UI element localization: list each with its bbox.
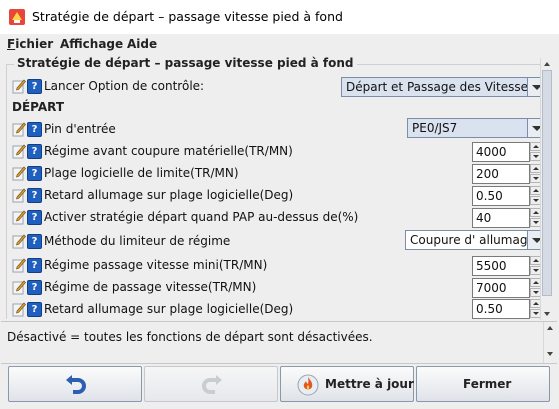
row-label: Retard allumage sur plage logicielle(Deg… xyxy=(44,302,294,316)
dialog-window: Stratégie de départ – passage vitesse pi… xyxy=(0,0,559,409)
menu-affichage[interactable]: Affichage xyxy=(60,37,123,51)
edit-pencil-icon[interactable] xyxy=(12,233,26,249)
group-legend: Stratégie de départ – passage vitesse pi… xyxy=(14,56,357,70)
row-regime-coupure: ? Régime avant coupure matérielle(TR/MN) xyxy=(12,141,548,161)
edit-pencil-icon[interactable] xyxy=(12,209,26,225)
help-icon[interactable]: ? xyxy=(27,210,42,225)
help-icon[interactable]: ? xyxy=(27,302,42,317)
help-icon[interactable]: ? xyxy=(27,166,42,181)
window-title: Stratégie de départ – passage vitesse pi… xyxy=(32,9,343,24)
row-label: Régime avant coupure matérielle(TR/MN) xyxy=(44,144,293,158)
row-label: Méthode du limiteur de régime xyxy=(44,234,231,248)
description-scrollbar[interactable] xyxy=(543,322,557,363)
spinner-field[interactable]: 40 xyxy=(472,208,530,228)
row-label: Retard allumage sur plage logicielle(Deg… xyxy=(44,188,294,202)
row-label: Pin d'entrée xyxy=(44,122,116,136)
spinner-field[interactable]: 5500 xyxy=(472,256,530,276)
help-icon[interactable]: ? xyxy=(27,258,42,273)
pin-entree-combo[interactable]: PE0/JS7 xyxy=(407,118,547,138)
scroll-thumb[interactable] xyxy=(542,70,552,296)
edit-pencil-icon[interactable] xyxy=(12,165,26,181)
help-icon[interactable]: ? xyxy=(27,144,42,159)
scroll-down-icon[interactable] xyxy=(541,309,554,320)
row-label: Régime de passage vitesse(TR/MN) xyxy=(44,280,257,294)
methode-limiteur-combo[interactable]: Coupure d' allumage xyxy=(405,230,547,250)
row-regime-passage-mini: ? Régime passage vitesse mini(TR/MN) xyxy=(12,255,548,275)
row-retard-allumage-2: ? Retard allumage sur plage logicielle(D… xyxy=(12,299,548,319)
help-icon[interactable]: ? xyxy=(27,188,42,203)
spinner-field[interactable]: 7000 xyxy=(472,278,530,298)
row-retard-allumage-1: ? Retard allumage sur plage logicielle(D… xyxy=(12,185,548,205)
help-icon[interactable]: ? xyxy=(27,122,42,137)
row-label: Plage logicielle de limite(TR/MN) xyxy=(44,166,239,180)
edit-pencil-icon[interactable] xyxy=(12,121,26,137)
spinner-field[interactable]: 4000 xyxy=(472,142,530,162)
burn-flame-icon xyxy=(297,374,319,396)
undo-button[interactable] xyxy=(8,366,142,402)
description-area: Désactivé = toutes les fonctions de dépa… xyxy=(1,321,557,364)
edit-pencil-icon[interactable] xyxy=(12,279,26,295)
menu-bar: Fichier Affichage Aide xyxy=(0,34,559,54)
menu-fichier[interactable]: Fichier xyxy=(7,37,53,51)
edit-pencil-icon[interactable] xyxy=(12,187,26,203)
spinner-field[interactable]: 0.50 xyxy=(472,186,530,206)
undo-arrow-icon xyxy=(66,375,86,394)
update-button[interactable]: Mettre à jour xyxy=(280,366,414,402)
help-icon[interactable]: ? xyxy=(27,280,42,295)
menu-aide[interactable]: Aide xyxy=(127,37,157,51)
edit-pencil-icon[interactable] xyxy=(12,143,26,159)
edit-pencil-icon[interactable] xyxy=(12,301,26,317)
combo-value: Départ et Passage des Vitesses xyxy=(346,80,535,94)
help-icon[interactable]: ? xyxy=(27,79,42,94)
control-option-combo[interactable]: Départ et Passage des Vitesses xyxy=(341,77,547,97)
edit-pencil-icon[interactable] xyxy=(12,257,26,273)
close-button-label: Fermer xyxy=(463,377,512,391)
row-regime-passage: ? Régime de passage vitesse(TR/MN) xyxy=(12,277,548,297)
row-label: Lancer Option de contrôle: xyxy=(44,79,205,93)
edit-pencil-icon[interactable] xyxy=(12,78,26,94)
app-icon xyxy=(9,9,25,25)
update-button-label: Mettre à jour xyxy=(325,377,414,391)
row-activer-pap: ? Activer stratégie départ quand PAP au-… xyxy=(12,207,548,227)
help-icon[interactable]: ? xyxy=(27,234,42,249)
combo-value: Coupure d' allumage xyxy=(410,233,535,247)
combo-value: PE0/JS7 xyxy=(412,121,458,135)
settings-panel: Stratégie de départ – passage vitesse pi… xyxy=(6,56,552,319)
settings-scrollbar[interactable] xyxy=(540,58,554,320)
spinner-field[interactable]: 0.50 xyxy=(472,299,530,319)
close-button[interactable]: Fermer xyxy=(416,366,550,402)
row-label: Régime passage vitesse mini(TR/MN) xyxy=(44,258,268,272)
row-plage-limite: ? Plage logicielle de limite(TR/MN) xyxy=(12,163,548,183)
description-text: Désactivé = toutes les fonctions de dépa… xyxy=(7,330,373,344)
redo-button[interactable] xyxy=(144,366,278,402)
redo-arrow-icon xyxy=(202,375,222,394)
spinner-field[interactable]: 200 xyxy=(472,164,530,184)
section-depart-title: DÉPART xyxy=(12,100,65,114)
row-label: Activer stratégie départ quand PAP au-de… xyxy=(44,210,359,224)
scroll-up-icon[interactable] xyxy=(541,58,554,69)
title-bar: Stratégie de départ – passage vitesse pi… xyxy=(0,0,559,34)
